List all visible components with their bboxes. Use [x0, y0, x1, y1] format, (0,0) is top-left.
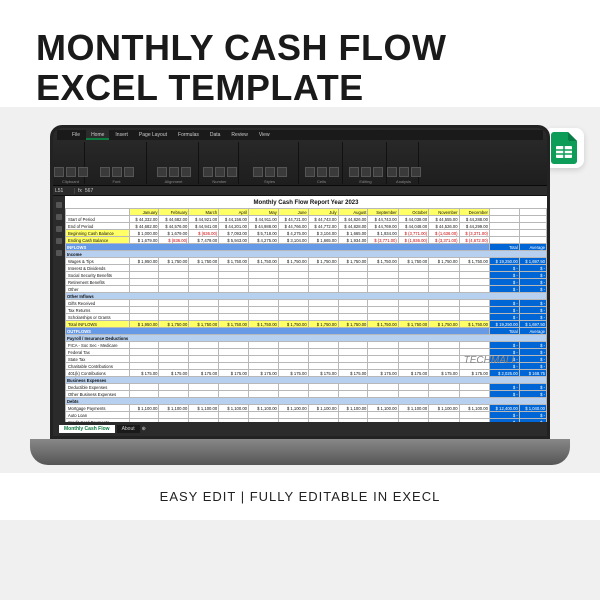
formula-value[interactable]: 567 — [85, 188, 93, 194]
excel-ribbon: FileHomeInsertPage LayoutFormulasDataRev… — [53, 128, 547, 186]
ribbon-group-number[interactable]: Number — [201, 142, 239, 184]
excel-window: FileHomeInsertPage LayoutFormulasDataRev… — [50, 125, 550, 439]
ribbon-group-font[interactable]: Font — [87, 142, 147, 184]
footer-caption: EASY EDIT | FULLY EDITABLE IN EXECL — [0, 473, 600, 520]
fx-icon: fx — [75, 188, 85, 194]
ribbon-tab-data[interactable]: Data — [205, 130, 226, 140]
left-toolbar — [53, 196, 65, 422]
report-title: Monthly Cash Flow Report Year 2023 — [65, 196, 547, 208]
ribbon-group-clipboard[interactable]: Clipboard — [57, 142, 85, 184]
ribbon-group-cells[interactable]: Cells — [301, 142, 343, 184]
tab-monthly-cash-flow[interactable]: Monthly Cash Flow — [59, 425, 115, 433]
laptop-mockup: FileHomeInsertPage LayoutFormulasDataRev… — [0, 125, 600, 465]
ribbon-tab-view[interactable]: View — [254, 130, 275, 140]
ribbon-tab-home[interactable]: Home — [86, 130, 109, 140]
ribbon-group-editing[interactable]: Editing — [345, 142, 387, 184]
laptop-base — [30, 439, 570, 465]
formula-bar[interactable]: L51 fx 567 — [53, 186, 547, 196]
name-box[interactable]: L51 — [53, 188, 75, 194]
sheet-tabs[interactable]: Monthly Cash Flow About ⊕ — [53, 422, 547, 436]
ribbon-group-alignment[interactable]: Alignment — [149, 142, 199, 184]
ribbon-group-styles[interactable]: Styles — [241, 142, 299, 184]
add-sheet-icon[interactable]: ⊕ — [142, 426, 146, 432]
watermark: TECHMALL — [464, 355, 517, 366]
hero-title: MONTHLY CASH FLOW EXCEL TEMPLATE — [36, 28, 564, 107]
ribbon-group-analysis[interactable]: Analysis — [389, 142, 419, 184]
ribbon-tab-formulas[interactable]: Formulas — [173, 130, 204, 140]
ribbon-tab-insert[interactable]: Insert — [110, 130, 133, 140]
ribbon-tab-review[interactable]: Review — [226, 130, 252, 140]
spreadsheet-grid[interactable]: Monthly Cash Flow Report Year 2023 Janua… — [65, 196, 547, 422]
hero: MONTHLY CASH FLOW EXCEL TEMPLATE — [0, 0, 600, 107]
tab-about[interactable]: About — [117, 425, 140, 433]
ribbon-tab-page-layout[interactable]: Page Layout — [134, 130, 172, 140]
ribbon-tab-file[interactable]: File — [67, 130, 85, 140]
